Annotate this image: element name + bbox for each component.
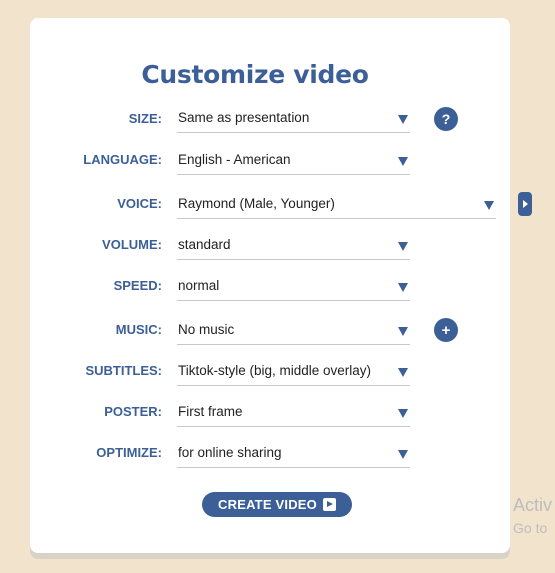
dropdown-arrow-icon bbox=[398, 242, 408, 251]
dropdown-arrow-icon bbox=[398, 115, 408, 124]
speed-value: normal bbox=[178, 278, 220, 293]
dropdown-arrow-icon bbox=[398, 409, 408, 418]
dropdown-arrow-icon bbox=[398, 327, 408, 336]
dropdown-arrow-icon bbox=[398, 283, 408, 292]
volume-label: VOLUME: bbox=[102, 237, 162, 252]
activation-watermark-sub: Go to bbox=[513, 520, 548, 536]
speed-label: SPEED: bbox=[113, 278, 162, 293]
dropdown-arrow-icon bbox=[398, 450, 408, 459]
volume-select[interactable]: standard bbox=[177, 235, 410, 260]
subtitles-select[interactable]: Tiktok-style (big, middle overlay) bbox=[177, 361, 410, 386]
create-video-label: CREATE VIDEO bbox=[218, 497, 317, 512]
voice-value: Raymond (Male, Younger) bbox=[178, 196, 335, 211]
music-label: MUSIC: bbox=[115, 322, 162, 337]
poster-value: First frame bbox=[178, 404, 243, 419]
music-select[interactable]: No music bbox=[177, 320, 410, 345]
volume-value: standard bbox=[178, 237, 231, 252]
language-value: English - American bbox=[178, 152, 291, 167]
help-button[interactable]: ? bbox=[434, 107, 458, 131]
play-icon bbox=[322, 498, 336, 511]
size-label: SIZE: bbox=[128, 111, 162, 126]
size-value: Same as presentation bbox=[178, 110, 310, 125]
optimize-select[interactable]: for online sharing bbox=[177, 443, 410, 468]
page-title: Customize video bbox=[141, 60, 369, 89]
voice-preview-tab[interactable] bbox=[518, 192, 532, 216]
create-video-button[interactable]: CREATE VIDEO bbox=[202, 492, 352, 517]
subtitles-label: SUBTITLES: bbox=[85, 363, 162, 378]
size-select[interactable]: Same as presentation bbox=[177, 108, 410, 133]
add-music-button[interactable]: + bbox=[434, 318, 458, 342]
voice-label: VOICE: bbox=[117, 196, 162, 211]
poster-select[interactable]: First frame bbox=[177, 402, 410, 427]
dropdown-arrow-icon bbox=[484, 201, 494, 210]
activation-watermark: Activ bbox=[513, 495, 553, 515]
language-select[interactable]: English - American bbox=[177, 150, 410, 175]
dropdown-arrow-icon bbox=[398, 368, 408, 377]
optimize-label: OPTIMIZE: bbox=[96, 445, 162, 460]
play-icon bbox=[523, 200, 528, 208]
music-value: No music bbox=[178, 322, 235, 337]
speed-select[interactable]: normal bbox=[177, 276, 410, 301]
subtitles-value: Tiktok-style (big, middle overlay) bbox=[178, 363, 372, 378]
language-label: LANGUAGE: bbox=[83, 152, 162, 167]
optimize-value: for online sharing bbox=[178, 445, 282, 460]
dropdown-arrow-icon bbox=[398, 157, 408, 166]
voice-select[interactable]: Raymond (Male, Younger) bbox=[177, 194, 496, 219]
poster-label: POSTER: bbox=[104, 404, 162, 419]
